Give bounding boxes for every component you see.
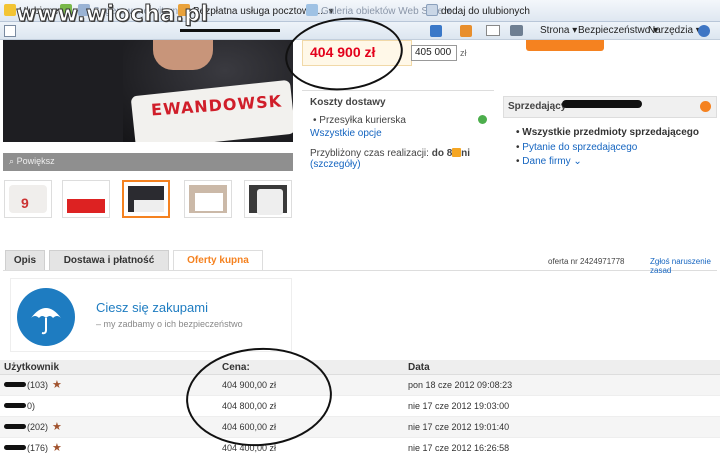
rss-icon[interactable] xyxy=(460,25,472,37)
tab-description[interactable]: Opis xyxy=(5,250,45,270)
thumbnail[interactable]: 9 xyxy=(4,180,52,218)
seller-all-items-link[interactable]: • Wszystkie przedmioty sprzedającego xyxy=(516,127,699,138)
user-rating[interactable]: (176) xyxy=(27,443,48,453)
star-icon: ★ xyxy=(52,421,62,433)
thumbnail[interactable] xyxy=(62,180,110,218)
bid-date: nie 17 cze 2012 19:03:00 xyxy=(408,401,510,411)
page-icon xyxy=(426,4,438,16)
product-photo[interactable]: EWANDOWSK xyxy=(3,40,293,142)
column-user: Użytkownik xyxy=(4,362,60,373)
user-rating[interactable]: (103) xyxy=(27,380,48,390)
lead-time-details-link[interactable]: (szczegóły) xyxy=(310,159,361,170)
ask-seller-link[interactable]: • Pytanie do sprzedającego xyxy=(516,142,637,153)
bids-table-header xyxy=(0,360,720,375)
shipping-option: • Przesyłka kurierska xyxy=(313,115,406,126)
column-date: Data xyxy=(408,362,430,373)
star-icon: ★ xyxy=(52,379,62,391)
offer-number: oferta nr 2424971778 xyxy=(548,257,625,266)
help-icon[interactable] xyxy=(698,25,710,37)
page-menu[interactable]: Strona ▾ xyxy=(540,25,577,36)
thumbnail[interactable] xyxy=(244,180,292,218)
watermark: www.wiocha.pl xyxy=(16,2,209,28)
tools-menu[interactable]: Narzędzia ▾ xyxy=(648,25,701,36)
magnifier-icon: ⌕ xyxy=(9,156,15,166)
check-icon xyxy=(478,115,487,124)
tab-shipping-payment[interactable]: Dostawa i płatność xyxy=(49,250,169,270)
seller-title: Sprzedający xyxy=(508,101,567,112)
table-row: (202) ★ 404 600,00 zł nie 17 cze 2012 19… xyxy=(0,417,720,438)
company-data-link[interactable]: • Dane firmy ⌄ xyxy=(516,156,582,167)
star-icon: ★ xyxy=(52,442,62,453)
table-row: 0) 404 800,00 zł nie 17 cze 2012 19:03:0… xyxy=(0,396,720,417)
print-icon[interactable] xyxy=(510,25,523,36)
lead-time: Przybliżony czas realizacji: do 8 dni xyxy=(310,148,471,159)
banner-title: Ciesz się zakupami xyxy=(96,300,208,315)
seller-rating-icon[interactable] xyxy=(700,101,711,112)
user-rating[interactable]: 0) xyxy=(27,401,35,411)
home-icon[interactable] xyxy=(430,25,442,37)
thumbnail-selected[interactable] xyxy=(122,180,170,218)
redacted-tab xyxy=(180,29,280,32)
currency-label: zł xyxy=(460,48,467,58)
user-rating[interactable]: (202) xyxy=(27,422,48,432)
umbrella-icon xyxy=(17,288,75,346)
zoom-bar[interactable]: ⌕ Powiększ xyxy=(3,153,293,171)
security-menu[interactable]: Bezpieczeństwo ▾ xyxy=(578,25,658,36)
redacted-seller-name xyxy=(562,100,642,108)
table-row: (176) ★ 404 400,00 zł nie 17 cze 2012 16… xyxy=(0,438,720,453)
thumbnail[interactable] xyxy=(184,180,232,218)
web-slice-icon xyxy=(306,4,318,16)
mail-read-icon[interactable] xyxy=(486,25,500,36)
grid-icon[interactable] xyxy=(4,25,16,37)
bid-date: pon 18 cze 2012 09:08:23 xyxy=(408,380,513,390)
add-favorites-link[interactable]: dodaj do ulubionych xyxy=(426,4,530,17)
bid-date: nie 17 cze 2012 19:01:40 xyxy=(408,422,510,432)
offer-input[interactable]: 405 000 xyxy=(411,45,457,61)
table-row: (103) ★ 404 900,00 zł pon 18 cze 2012 09… xyxy=(0,375,720,396)
bid-date: nie 17 cze 2012 16:26:58 xyxy=(408,443,510,453)
report-link[interactable]: Zgłoś naruszenie zasad xyxy=(650,257,720,275)
all-shipping-options-link[interactable]: Wszystkie opcje xyxy=(310,128,382,139)
shipping-title: Koszty dostawy xyxy=(310,97,386,108)
banner-subtitle: – my zadbamy o ich bezpieczeństwo xyxy=(96,319,243,329)
submit-offer-button[interactable] xyxy=(526,40,604,51)
tab-buy-offers[interactable]: Oferty kupna xyxy=(173,250,263,271)
info-icon[interactable] xyxy=(452,148,461,157)
star-icon xyxy=(4,4,16,16)
